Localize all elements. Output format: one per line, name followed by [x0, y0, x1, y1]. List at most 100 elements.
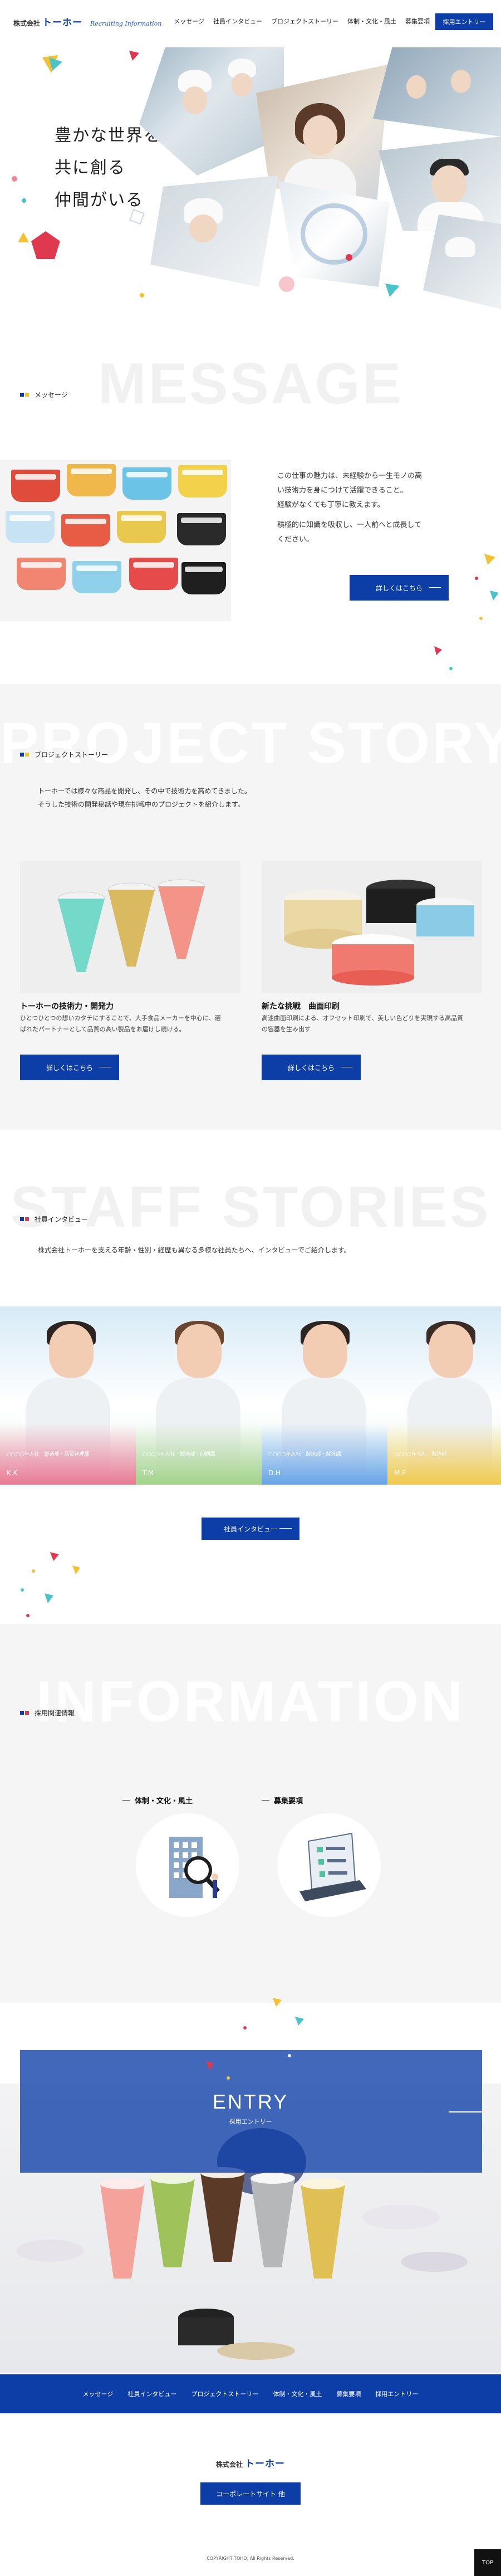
label-squares-icon: [20, 393, 29, 397]
cone-cups-illustration: [20, 861, 240, 993]
hero: 豊かな世界を 共に創る 仲間がいる: [0, 42, 501, 309]
hero-photo-team: [373, 47, 501, 136]
project-button-label: 詳しくはこちら: [46, 1063, 93, 1072]
project-card-image-printing[interactable]: [262, 861, 482, 993]
logo-name: トーホー: [42, 17, 83, 28]
message-label: メッセージ: [20, 390, 68, 399]
nav-culture[interactable]: 体制・文化・風土: [347, 17, 396, 26]
hero-line: 共に創る: [55, 158, 126, 178]
message-image-cups: [0, 460, 231, 621]
building-magnifier-icon: [169, 1837, 220, 1898]
project-intro: トーホーでは様々な商品を開発し、その中で技術力を高めてきました。 そうした技術の…: [38, 784, 251, 811]
info-culture-title: 体制・文化・風土: [135, 1797, 193, 1806]
decor-triangle: [18, 232, 29, 242]
staff-card[interactable]: ○○○○年入社 製造部・製造課 D.H: [262, 1306, 387, 1485]
decor-dot: [279, 276, 294, 292]
decor-dot: [140, 293, 144, 297]
staff-card[interactable]: ○○○○年入社 製造部・品質管理課 K.K: [0, 1306, 136, 1485]
project-card-line: ひとつひとつの想いカタチにすることで、大手食品メーカーを中心に、選: [20, 1014, 221, 1022]
staff-name: D.H: [268, 1469, 281, 1477]
project-card-line: ばれたパートナーとして品質の高い製品をお届けし続ける。: [20, 1026, 185, 1033]
nav-project[interactable]: プロジェクトストーリー: [271, 17, 338, 26]
logo-corp: 株式会社: [13, 19, 41, 27]
staff-big-title: STAFF STORIES: [10, 1175, 491, 1240]
info-requirements-title: 募集要項: [274, 1797, 303, 1806]
footer-nav-interview[interactable]: 社員インタビュー: [127, 2389, 176, 2398]
project-card-text: 高速曲面印刷による、オフセット印刷で、美しい色どりを実現する高品質 の容器を生み…: [262, 1013, 482, 1035]
staff-button-label: 社員インタビュー: [223, 1525, 277, 1533]
project-card-title: 新たな挑戦 曲面印刷: [262, 1002, 340, 1011]
footer-logo[interactable]: 株式会社 トーホー: [0, 2456, 501, 2470]
label-squares-icon: [20, 1711, 29, 1715]
label-squares-icon: [20, 753, 29, 757]
laptop-checklist-icon: [299, 1832, 366, 1901]
staff-meta: ○○○○年入社 製造部・品質管理課: [7, 1452, 90, 1457]
entry-subtitle: 採用エントリー: [229, 2118, 272, 2125]
message-line: い技術力を身につけて活躍できること。: [277, 486, 407, 495]
corporate-site-button[interactable]: コーポレートサイト 他: [200, 2482, 301, 2505]
footer-nav: メッセージ 社員インタビュー プロジェクトストーリー 体制・文化・風土 募集要項…: [0, 2374, 501, 2413]
site-header: 株式会社 トーホー Recruiting Information メッセージ 社…: [0, 0, 501, 42]
printed-cups-illustration: [262, 861, 482, 993]
staff-card[interactable]: ○○○○年入社 製造部 M.F: [387, 1306, 501, 1485]
project-label-text: プロジェクトストーリー: [35, 751, 109, 759]
information-label: 採用関連情報: [20, 1708, 75, 1718]
footer-logo-name: トーホー: [245, 2458, 285, 2470]
message-more-label: 詳しくはこちら: [375, 584, 423, 592]
hero-photo-lab: [150, 175, 278, 287]
staff-label-text: 社員インタビュー: [35, 1216, 89, 1223]
staff-name: T.M: [143, 1469, 154, 1477]
staff-name: K.K: [7, 1469, 18, 1477]
project-card-text: ひとつひとつの想いカタチにすることで、大手食品メーカーを中心に、選 ばれたパート…: [20, 1013, 240, 1035]
nav-message[interactable]: メッセージ: [174, 17, 204, 26]
footer-logo-corp: 株式会社: [215, 2461, 243, 2468]
staff-interview-button[interactable]: 社員インタビュー: [202, 1518, 299, 1540]
footer-nav-entry[interactable]: 採用エントリー: [375, 2389, 418, 2398]
decor-pentagon: [31, 231, 60, 259]
project-card-line: 高速曲面印刷による、オフセット印刷で、美しい色どりを実現する高品質: [262, 1014, 464, 1022]
staff-meta: ○○○○年入社 製造部: [394, 1452, 447, 1457]
global-nav: メッセージ 社員インタビュー プロジェクトストーリー 体制・文化・風土 募集要項: [174, 17, 430, 26]
entry-arrow-icon: [449, 2111, 482, 2112]
staff-card[interactable]: ○○○○年入社 製造部・印刷課 T.M: [136, 1306, 262, 1485]
decor-triangle: [385, 284, 400, 297]
decor-dot: [346, 254, 352, 261]
site-logo[interactable]: 株式会社 トーホー Recruiting Information: [13, 14, 161, 28]
info-culture-link[interactable]: [136, 1813, 239, 1917]
project-printing-button[interactable]: 詳しくはこちら: [262, 1055, 361, 1080]
hero-copy: 豊かな世界を 共に創る 仲間がいる: [55, 120, 161, 217]
project-button-label: 詳しくはこちら: [287, 1063, 335, 1072]
nav-requirements[interactable]: 募集要項: [405, 17, 430, 26]
footer-nav-culture[interactable]: 体制・文化・風土: [273, 2389, 322, 2398]
decor-triangle: [42, 55, 62, 73]
project-card-title: トーホーの技術力・開発力: [20, 1002, 114, 1011]
header-entry-button[interactable]: 採用エントリー: [435, 13, 493, 30]
footer-nav-requirements[interactable]: 募集要項: [336, 2389, 361, 2398]
footer-nav-project[interactable]: プロジェクトストーリー: [191, 2389, 258, 2398]
staff-meta: ○○○○年入社 製造部・印刷課: [143, 1452, 215, 1457]
info-requirements-link[interactable]: [277, 1813, 381, 1917]
staff-name: M.F: [394, 1469, 406, 1477]
project-card-image-technology[interactable]: [20, 861, 240, 993]
project-technology-button[interactable]: 詳しくはこちら: [20, 1055, 119, 1080]
staff-intro: 株式会社トーホーを支える年齢・性別・経歴も異なる多様な社員たちへ、インタビューで…: [38, 1246, 351, 1254]
message-line: 経験がなくても丁寧に教えます。: [277, 501, 385, 509]
nav-interview[interactable]: 社員インタビュー: [213, 17, 262, 26]
info-culture-heading: 体制・文化・風土: [122, 1795, 193, 1806]
logo-subtitle: Recruiting Information: [90, 20, 162, 27]
page-top-button[interactable]: TOP: [474, 2549, 501, 2576]
copyright: COPYRIGHT TOHO, All Rights Reserved.: [207, 2556, 294, 2561]
footer-nav-message[interactable]: メッセージ: [83, 2389, 114, 2398]
message-line: ください。: [277, 535, 314, 544]
project-intro-line: トーホーでは様々な商品を開発し、その中で技術力を高めてきました。: [38, 787, 251, 795]
project-big-title: PROJECT STORY: [0, 711, 501, 775]
staff-meta: ○○○○年入社 製造部・製造課: [268, 1452, 341, 1457]
message-text: この仕事の魅力は、未経験から一生モノの高 い技術力を身につけて活躍できること。 …: [277, 469, 466, 547]
project-label: プロジェクトストーリー: [20, 750, 108, 759]
decor-dot: [12, 176, 17, 182]
decor-confetti: [434, 554, 499, 670]
information-label-text: 採用関連情報: [35, 1709, 75, 1717]
message-line: 積極的に知識を吸収し、一人前へと成長して: [277, 521, 421, 529]
decor-confetti: [206, 1998, 304, 2080]
entry-title: ENTRY: [212, 2090, 289, 2113]
